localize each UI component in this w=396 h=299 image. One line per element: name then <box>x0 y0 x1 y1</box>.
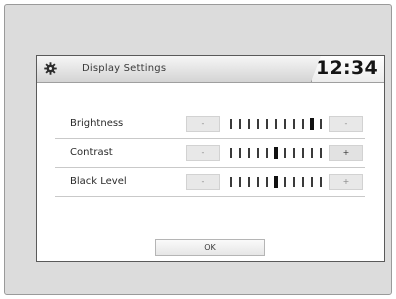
level-tick <box>293 148 295 158</box>
level-marker <box>310 118 314 130</box>
brightness-decrease-button[interactable]: - <box>186 116 220 132</box>
setting-row-brightness: Brightness - - <box>55 112 365 139</box>
level-tick <box>284 177 286 187</box>
level-tick <box>239 177 241 187</box>
gear-icon[interactable] <box>44 62 57 75</box>
setting-label: Brightness <box>70 118 124 129</box>
black-level-level-bar[interactable] <box>230 176 322 188</box>
level-tick <box>266 177 268 187</box>
level-tick <box>275 119 277 129</box>
setting-row-black-level: Black Level - + <box>55 170 365 197</box>
level-marker <box>274 176 278 188</box>
level-tick <box>284 148 286 158</box>
level-tick <box>230 177 232 187</box>
level-tick <box>284 119 286 129</box>
level-tick <box>257 119 259 129</box>
brightness-increase-button[interactable]: - <box>329 116 363 132</box>
window-title: Display Settings <box>82 63 167 74</box>
contrast-increase-button[interactable]: + <box>329 145 363 161</box>
level-tick <box>302 148 304 158</box>
setting-label: Contrast <box>70 147 113 158</box>
level-tick <box>266 148 268 158</box>
brightness-level-bar[interactable] <box>230 118 322 130</box>
level-tick <box>257 148 259 158</box>
level-tick <box>248 177 250 187</box>
level-tick <box>311 148 313 158</box>
level-tick <box>230 148 232 158</box>
black-level-increase-button[interactable]: + <box>329 174 363 190</box>
level-tick <box>239 119 241 129</box>
level-tick <box>320 177 322 187</box>
level-tick <box>302 177 304 187</box>
level-tick <box>320 119 322 129</box>
level-tick <box>248 148 250 158</box>
setting-label: Black Level <box>70 176 127 187</box>
clock-box: 12:34 <box>311 56 384 82</box>
display-settings-screen: Display Settings 12:34 Brightness - - Co… <box>36 55 385 262</box>
level-tick <box>257 177 259 187</box>
level-tick <box>320 148 322 158</box>
level-tick <box>302 119 304 129</box>
title-bar: Display Settings 12:34 <box>37 56 384 83</box>
level-marker <box>274 147 278 159</box>
clock-time: 12:34 <box>316 57 378 79</box>
level-tick <box>293 119 295 129</box>
contrast-decrease-button[interactable]: - <box>186 145 220 161</box>
level-tick <box>266 119 268 129</box>
contrast-level-bar[interactable] <box>230 147 322 159</box>
level-tick <box>293 177 295 187</box>
level-tick <box>311 177 313 187</box>
black-level-decrease-button[interactable]: - <box>186 174 220 190</box>
device-frame: Display Settings 12:34 Brightness - - Co… <box>4 4 392 295</box>
ok-button[interactable]: OK <box>155 239 265 256</box>
level-tick <box>239 148 241 158</box>
level-tick <box>230 119 232 129</box>
level-tick <box>248 119 250 129</box>
setting-row-contrast: Contrast - + <box>55 141 365 168</box>
